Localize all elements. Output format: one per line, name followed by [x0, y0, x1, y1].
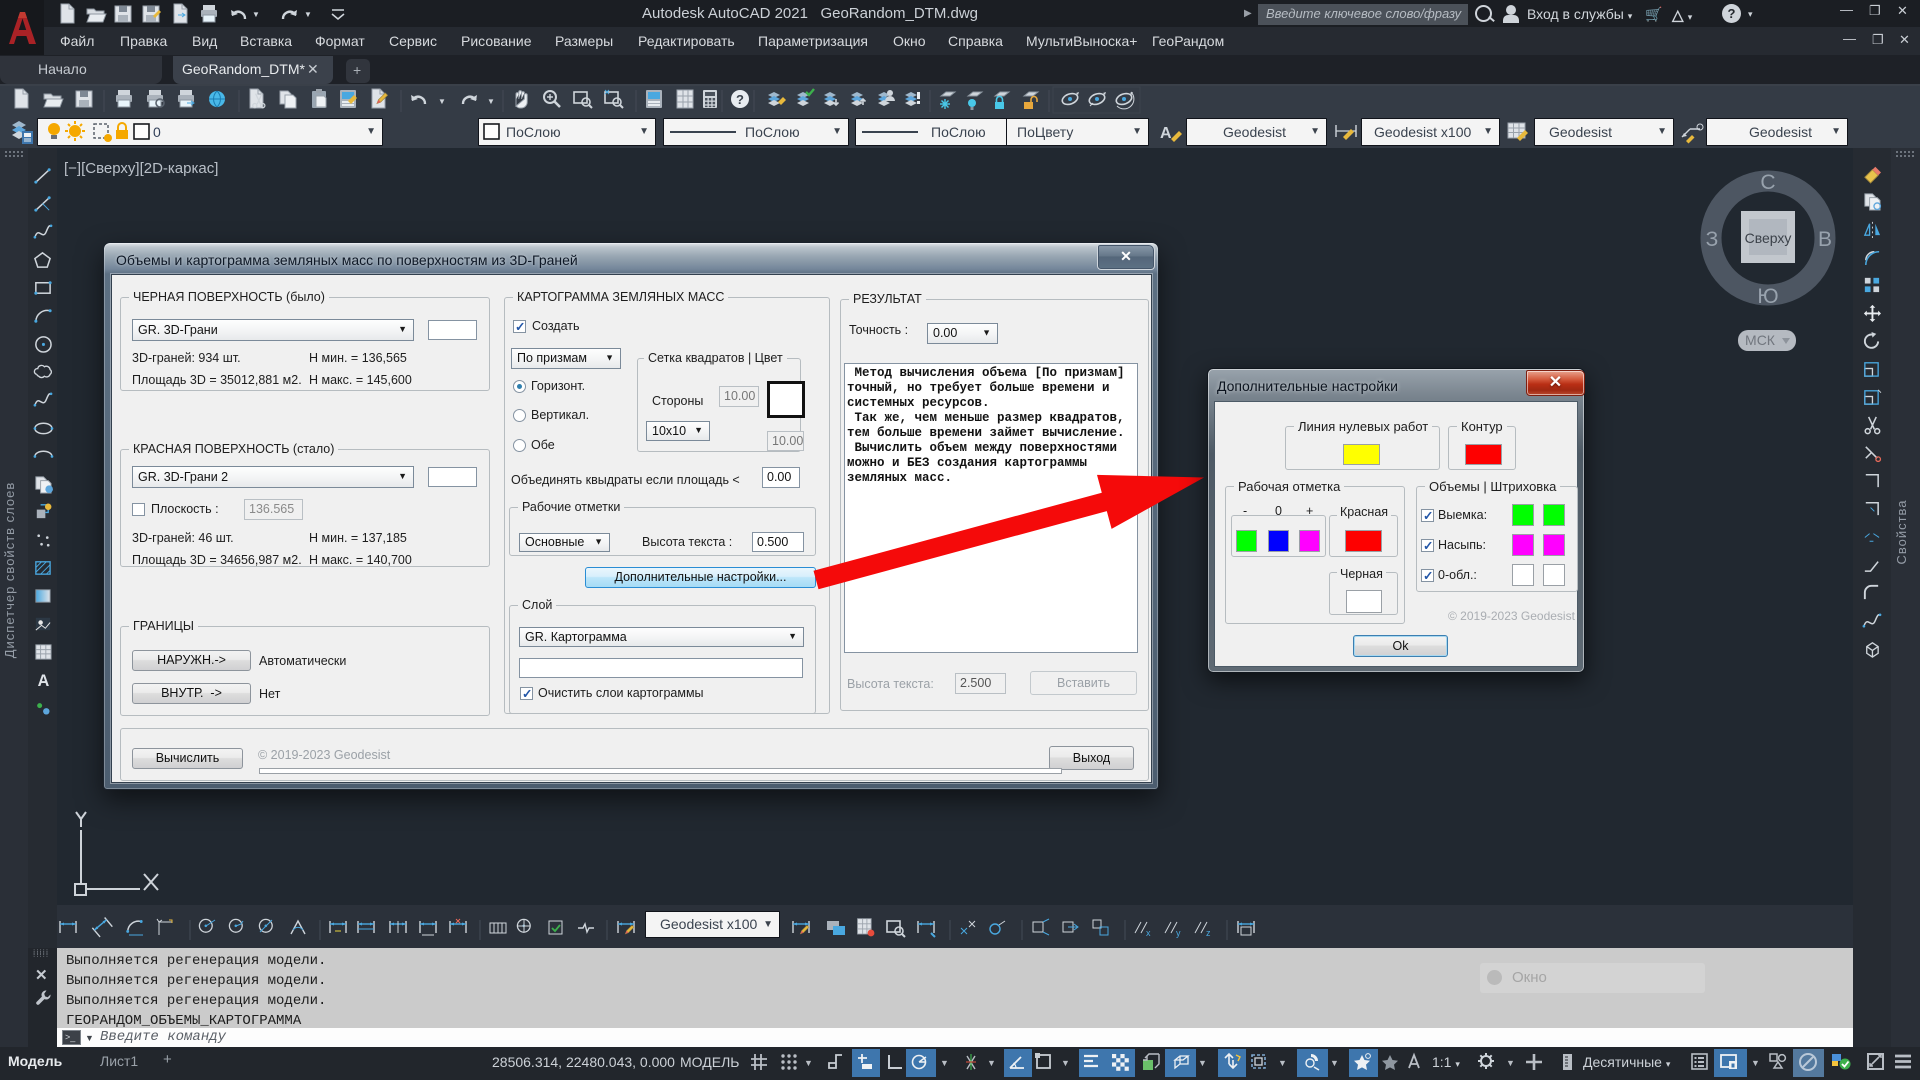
- svg-text:Сверху: Сверху: [1745, 230, 1792, 246]
- svg-text:В: В: [1818, 228, 1832, 251]
- svg-text:МСК: МСК: [1745, 332, 1776, 348]
- svg-text:Ю: Ю: [1757, 285, 1778, 308]
- svg-text:Диспетчер свойств слоев: Диспетчер свойств слоев: [2, 482, 17, 659]
- svg-text:З: З: [1706, 228, 1719, 251]
- svg-text:Свойства: Свойства: [1894, 499, 1909, 564]
- svg-text:С: С: [1760, 171, 1775, 194]
- svg-text:A: A: [1160, 125, 1172, 142]
